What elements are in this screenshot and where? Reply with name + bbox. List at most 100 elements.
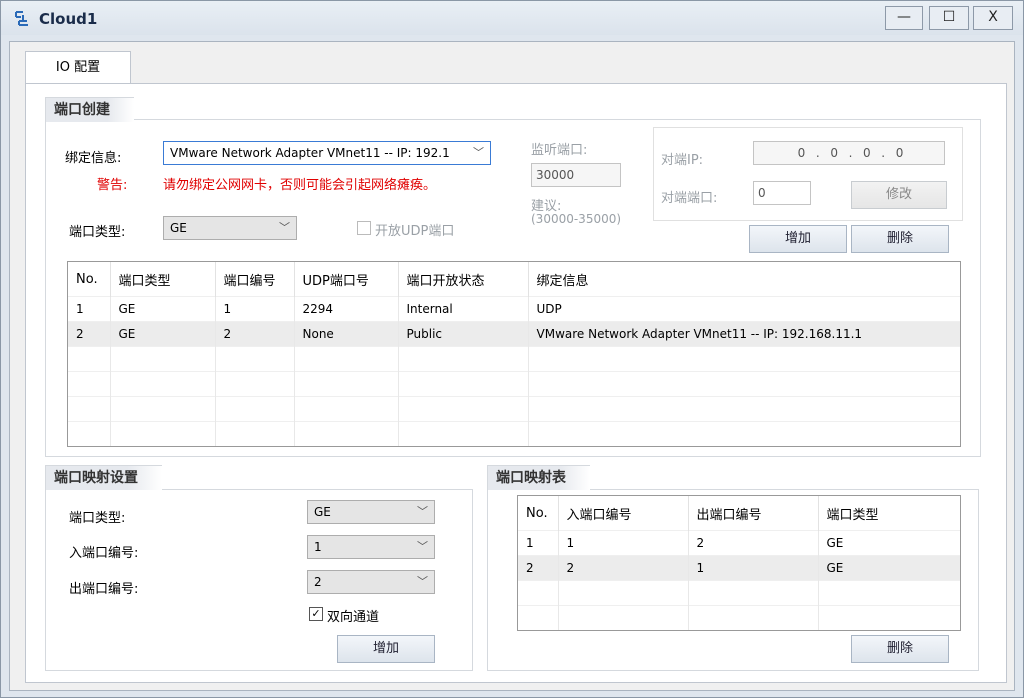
peer-ip-input[interactable]: 0 . 0 . 0 . 0 xyxy=(753,141,945,165)
table-row[interactable]: 1 1 2 GE xyxy=(518,530,960,556)
table-cell: 2 xyxy=(518,555,559,581)
empty-row xyxy=(68,371,960,397)
chevron-down-icon: ﹀ xyxy=(417,505,428,518)
port-table-grid: No. 端口类型 端口编号 UDP端口号 端口开放状态 绑定信息 1 GE 1 … xyxy=(68,262,960,448)
bidirectional-checkbox[interactable]: ✓ xyxy=(309,607,323,621)
table-row[interactable]: 2 2 1 GE xyxy=(518,555,960,581)
tab-io-config[interactable]: IO 配置 xyxy=(25,51,131,83)
column-header[interactable]: No. xyxy=(518,496,559,531)
add-mapping-button[interactable]: 增加 xyxy=(337,635,435,663)
minimize-icon: — xyxy=(897,9,911,25)
column-header[interactable]: 出端口编号 xyxy=(688,496,819,531)
udp-open-checkbox[interactable] xyxy=(357,221,371,235)
column-header[interactable]: 端口类型 xyxy=(818,496,960,531)
cloud1-window: Cloud1 — ☐ X IO 配置 端口创建 绑定信息: VMware Net… xyxy=(0,0,1024,698)
table-cell: 2294 xyxy=(294,296,399,322)
port-table-header: No. 端口类型 端口编号 UDP端口号 端口开放状态 绑定信息 xyxy=(68,262,960,297)
chevron-down-icon: ﹀ xyxy=(473,146,484,159)
empty-row xyxy=(68,346,960,372)
table-cell: 1 xyxy=(558,530,689,556)
table-row[interactable]: 1 GE 1 2294 Internal UDP xyxy=(68,296,960,322)
table-cell: 1 xyxy=(215,296,295,322)
delete-mapping-button[interactable]: 删除 xyxy=(851,635,949,663)
close-button[interactable]: X xyxy=(973,6,1013,30)
table-cell: GE xyxy=(110,321,216,347)
window-title: Cloud1 xyxy=(39,10,98,28)
in-port-select[interactable]: 1 ﹀ xyxy=(307,535,435,559)
column-header[interactable]: UDP端口号 xyxy=(294,262,399,297)
table-cell: Public xyxy=(398,321,529,347)
empty-row xyxy=(518,605,960,630)
column-header[interactable]: 端口编号 xyxy=(215,262,295,297)
add-port-button[interactable]: 增加 xyxy=(749,225,847,253)
table-cell: GE xyxy=(818,530,960,556)
port-table: No. 端口类型 端口编号 UDP端口号 端口开放状态 绑定信息 1 GE 1 … xyxy=(67,261,961,447)
table-cell: VMware Network Adapter VMnet11 -- IP: 19… xyxy=(528,321,960,347)
maximize-icon: ☐ xyxy=(942,9,956,25)
modify-button[interactable]: 修改 xyxy=(851,181,947,209)
bidirectional-label: 双向通道 xyxy=(327,610,380,625)
table-cell: GE xyxy=(110,296,216,322)
table-cell: GE xyxy=(818,555,960,581)
ip-octet-1: 0 xyxy=(797,146,807,160)
column-header[interactable]: 端口类型 xyxy=(110,262,216,297)
delete-port-button[interactable]: 删除 xyxy=(851,225,949,253)
port-type-label: 端口类型: xyxy=(69,225,126,240)
port-map-settings-title: 端口映射设置 xyxy=(45,465,162,490)
table-cell: 2 xyxy=(68,321,111,347)
bind-info-label: 绑定信息: xyxy=(65,151,122,166)
table-cell: Internal xyxy=(398,296,529,322)
table-cell: 1 xyxy=(68,296,111,322)
warning-label: 警告: xyxy=(97,178,128,193)
column-header[interactable]: 入端口编号 xyxy=(558,496,689,531)
chevron-down-icon: ﹀ xyxy=(417,575,428,588)
maximize-button[interactable]: ☐ xyxy=(929,6,969,30)
udp-open-label: 开放UDP端口 xyxy=(375,224,455,239)
out-port-label: 出端口编号: xyxy=(69,582,139,597)
peer-port-label: 对端端口: xyxy=(661,191,718,206)
listen-port-input[interactable]: 30000 xyxy=(531,163,621,187)
table-cell: 2 xyxy=(688,530,819,556)
port-create-title: 端口创建 xyxy=(45,97,134,122)
listen-port-label: 监听端口: xyxy=(531,143,588,158)
mapping-table-grid: No. 入端口编号 出端口编号 端口类型 1 1 2 GE 2 2 1 GE xyxy=(518,496,960,630)
chevron-down-icon: ﹀ xyxy=(417,540,428,553)
column-header[interactable]: 绑定信息 xyxy=(528,262,960,297)
in-port-value: 1 xyxy=(314,540,322,554)
port-map-table-title: 端口映射表 xyxy=(487,465,590,490)
empty-row xyxy=(68,447,960,448)
minimize-button[interactable]: — xyxy=(885,6,923,30)
bind-info-value: VMware Network Adapter VMnet11 -- IP: 19… xyxy=(170,146,450,160)
port-type-value: GE xyxy=(170,221,187,235)
title-bar[interactable]: Cloud1 — ☐ X xyxy=(1,1,1023,35)
ip-octet-3: 0 xyxy=(863,146,872,160)
cloud-app-icon xyxy=(15,11,28,26)
table-cell: None xyxy=(294,321,399,347)
peer-ip-label: 对端IP: xyxy=(661,153,704,168)
port-type-select[interactable]: GE ﹀ xyxy=(163,216,297,240)
chevron-down-icon: ﹀ xyxy=(279,221,290,234)
table-cell: 2 xyxy=(558,555,689,581)
table-cell: 2 xyxy=(215,321,295,347)
suggest-range: (30000-35000) xyxy=(531,212,622,226)
ip-octet-2: 0 xyxy=(830,146,839,160)
mapping-table-header: No. 入端口编号 出端口编号 端口类型 xyxy=(518,496,960,531)
out-port-select[interactable]: 2 ﹀ xyxy=(307,570,435,594)
map-port-type-select[interactable]: GE ﹀ xyxy=(307,500,435,524)
map-port-type-value: GE xyxy=(314,505,331,519)
ip-octet-4: 0 xyxy=(895,146,905,160)
empty-row xyxy=(68,396,960,422)
empty-row xyxy=(68,421,960,446)
close-icon: X xyxy=(988,9,998,25)
table-cell: UDP xyxy=(528,296,960,322)
out-port-value: 2 xyxy=(314,575,322,589)
warning-text: 请勿绑定公网网卡，否则可能会引起网络瘫痪。 xyxy=(163,178,437,193)
in-port-label: 入端口编号: xyxy=(69,546,139,561)
column-header[interactable]: 端口开放状态 xyxy=(398,262,529,297)
empty-row xyxy=(518,580,960,606)
peer-port-input[interactable]: 0 xyxy=(753,181,811,205)
mapping-table: No. 入端口编号 出端口编号 端口类型 1 1 2 GE 2 2 1 GE xyxy=(517,495,961,631)
column-header[interactable]: No. xyxy=(68,262,111,297)
bind-info-select[interactable]: VMware Network Adapter VMnet11 -- IP: 19… xyxy=(163,141,491,165)
table-row[interactable]: 2 GE 2 None Public VMware Network Adapte… xyxy=(68,321,960,347)
